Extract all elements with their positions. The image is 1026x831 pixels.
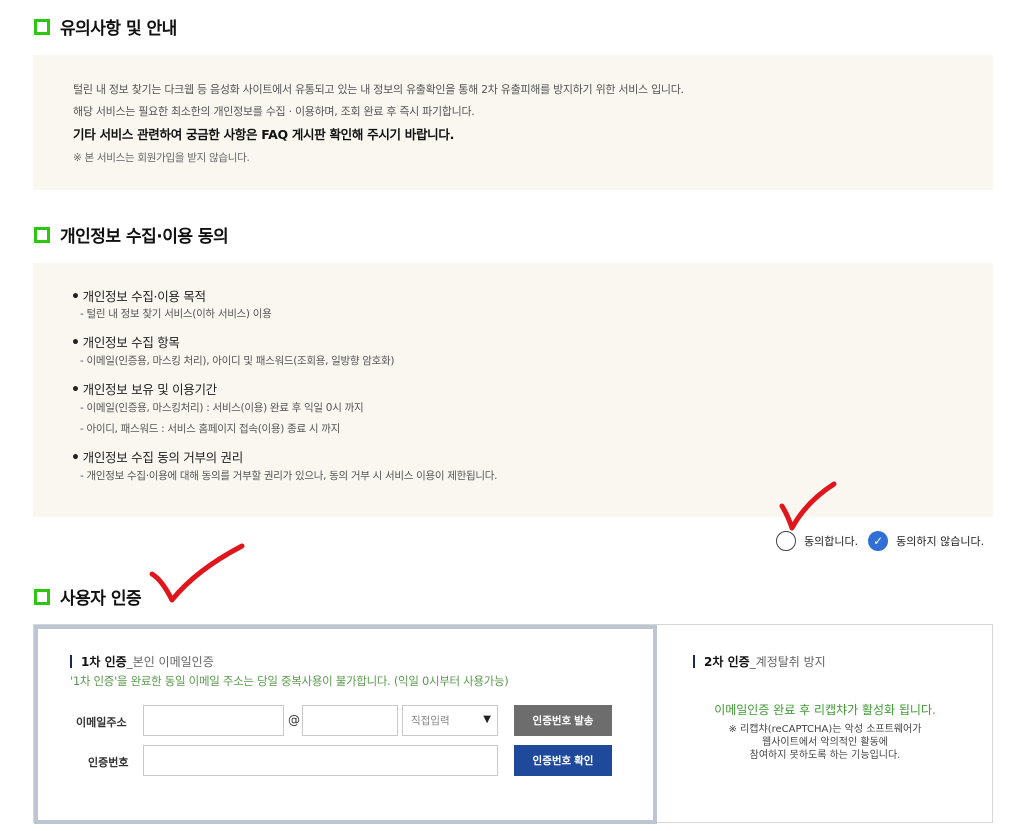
chevron-down-icon: ▼: [483, 714, 491, 725]
consent-item-detail: - 이메일(인증용, 마스킹처리) : 서비스(이용) 완료 후 익일 0시 까…: [80, 402, 364, 414]
code-input[interactable]: [143, 745, 498, 776]
consent-panel: • 개인정보 수집·이용 목적 - 털린 내 정보 찾기 서비스(이하 서비스) …: [33, 263, 993, 517]
heading-bar: [693, 655, 695, 668]
at-sign: @: [288, 713, 300, 727]
notice-line-3: 기타 서비스 관련하여 궁금한 사항은 FAQ 게시판 확인해 주시기 바랍니다…: [73, 127, 455, 142]
first-auth-desc: _본인 이메일인증: [126, 655, 214, 669]
verify-code-button[interactable]: 인증번호 확인: [514, 745, 612, 776]
notice-line-2: 해당 서비스는 필요한 최소한의 개인정보를 수집 · 이용하며, 조회 완료 …: [73, 105, 475, 118]
consent-item-detail: - 털린 내 정보 찾기 서비스(이하 서비스) 이용: [80, 308, 272, 320]
notice-line-1: 털린 내 정보 찾기는 다크웹 등 음성화 사이트에서 유통되고 있는 내 정보…: [73, 83, 684, 96]
agree-radio[interactable]: [776, 531, 796, 551]
consent-item-heading: • 개인정보 수집 항목: [71, 335, 180, 351]
consent-radio-group: 동의합니다. ✓ 동의하지 않습니다.: [776, 531, 994, 551]
email-label: 이메일주소: [76, 716, 127, 729]
disagree-label[interactable]: 동의하지 않습니다.: [896, 533, 984, 549]
recaptcha-notice: 이메일인증 완료 후 리캡챠가 활성화 됩니다.: [714, 703, 936, 717]
auth-section-title: 사용자 인증: [34, 584, 142, 609]
first-auth-step: 1차 인증: [81, 655, 127, 669]
disagree-radio[interactable]: ✓: [868, 531, 889, 551]
consent-item-detail: - 아이디, 패스워드 : 서비스 홈페이지 접속(이용) 종료 시 까지: [80, 423, 340, 435]
agree-label[interactable]: 동의합니다.: [804, 533, 858, 549]
section-check-box-icon: [34, 18, 50, 35]
email-domain-input[interactable]: [302, 705, 398, 736]
auth-container: 1차 인증 _본인 이메일인증 '1차 인증'을 완료한 동일 이메일 주소는 …: [33, 624, 993, 824]
code-label: 인증번호: [88, 756, 129, 769]
section-check-box-icon: [34, 588, 50, 605]
first-auth-panel: 1차 인증 _본인 이메일인증 '1차 인증'을 완료한 동일 이메일 주소는 …: [34, 625, 657, 824]
consent-title: 개인정보 수집·이용 동의: [60, 227, 229, 247]
consent-item-heading: • 개인정보 수집 동의 거부의 권리: [71, 450, 243, 466]
consent-item-detail: - 이메일(인증용, 마스킹 처리), 아이디 및 패스워드(조회용, 일방향 …: [80, 355, 395, 367]
red-checkmark-icon: [779, 481, 837, 531]
recaptcha-info-line: 참여하지 못하도록 하는 기능입니다.: [749, 750, 901, 761]
checkmark-icon: ✓: [873, 534, 884, 548]
section-check-box-icon: [34, 226, 50, 243]
consent-item-detail: - 개인정보 수집·이용에 대해 동의를 거부할 권리가 있으나, 동의 거부 …: [80, 470, 498, 482]
notice-title: 유의사항 및 안내: [60, 19, 177, 39]
notice-section-title: 유의사항 및 안내: [34, 14, 177, 39]
first-auth-note: '1차 인증'을 완료한 동일 이메일 주소는 당일 중복사용이 불가합니다. …: [70, 674, 509, 688]
red-checkmark-icon: [149, 543, 245, 603]
consent-item-heading: • 개인정보 보유 및 이용기간: [71, 382, 217, 398]
heading-bar: [70, 655, 72, 668]
second-auth-heading: 2차 인증 _계정탈취 방지: [693, 653, 826, 670]
consent-section-title: 개인정보 수집·이용 동의: [34, 222, 229, 247]
notice-panel: 털린 내 정보 찾기는 다크웹 등 음성화 사이트에서 유통되고 있는 내 정보…: [33, 55, 993, 190]
second-auth-step: 2차 인증: [704, 655, 750, 669]
email-domain-select[interactable]: 직접입력 ▼: [402, 705, 498, 736]
email-local-input[interactable]: [143, 705, 284, 736]
select-value: 직접입력: [411, 715, 450, 727]
consent-item-heading: • 개인정보 수집·이용 목적: [71, 289, 206, 305]
send-code-button[interactable]: 인증번호 발송: [514, 705, 612, 736]
second-auth-desc: _계정탈취 방지: [749, 655, 826, 669]
first-auth-heading: 1차 인증 _본인 이메일인증: [70, 653, 214, 670]
auth-title: 사용자 인증: [60, 589, 142, 609]
notice-line-4: ※ 본 서비스는 회원가입을 받지 않습니다.: [73, 152, 250, 164]
